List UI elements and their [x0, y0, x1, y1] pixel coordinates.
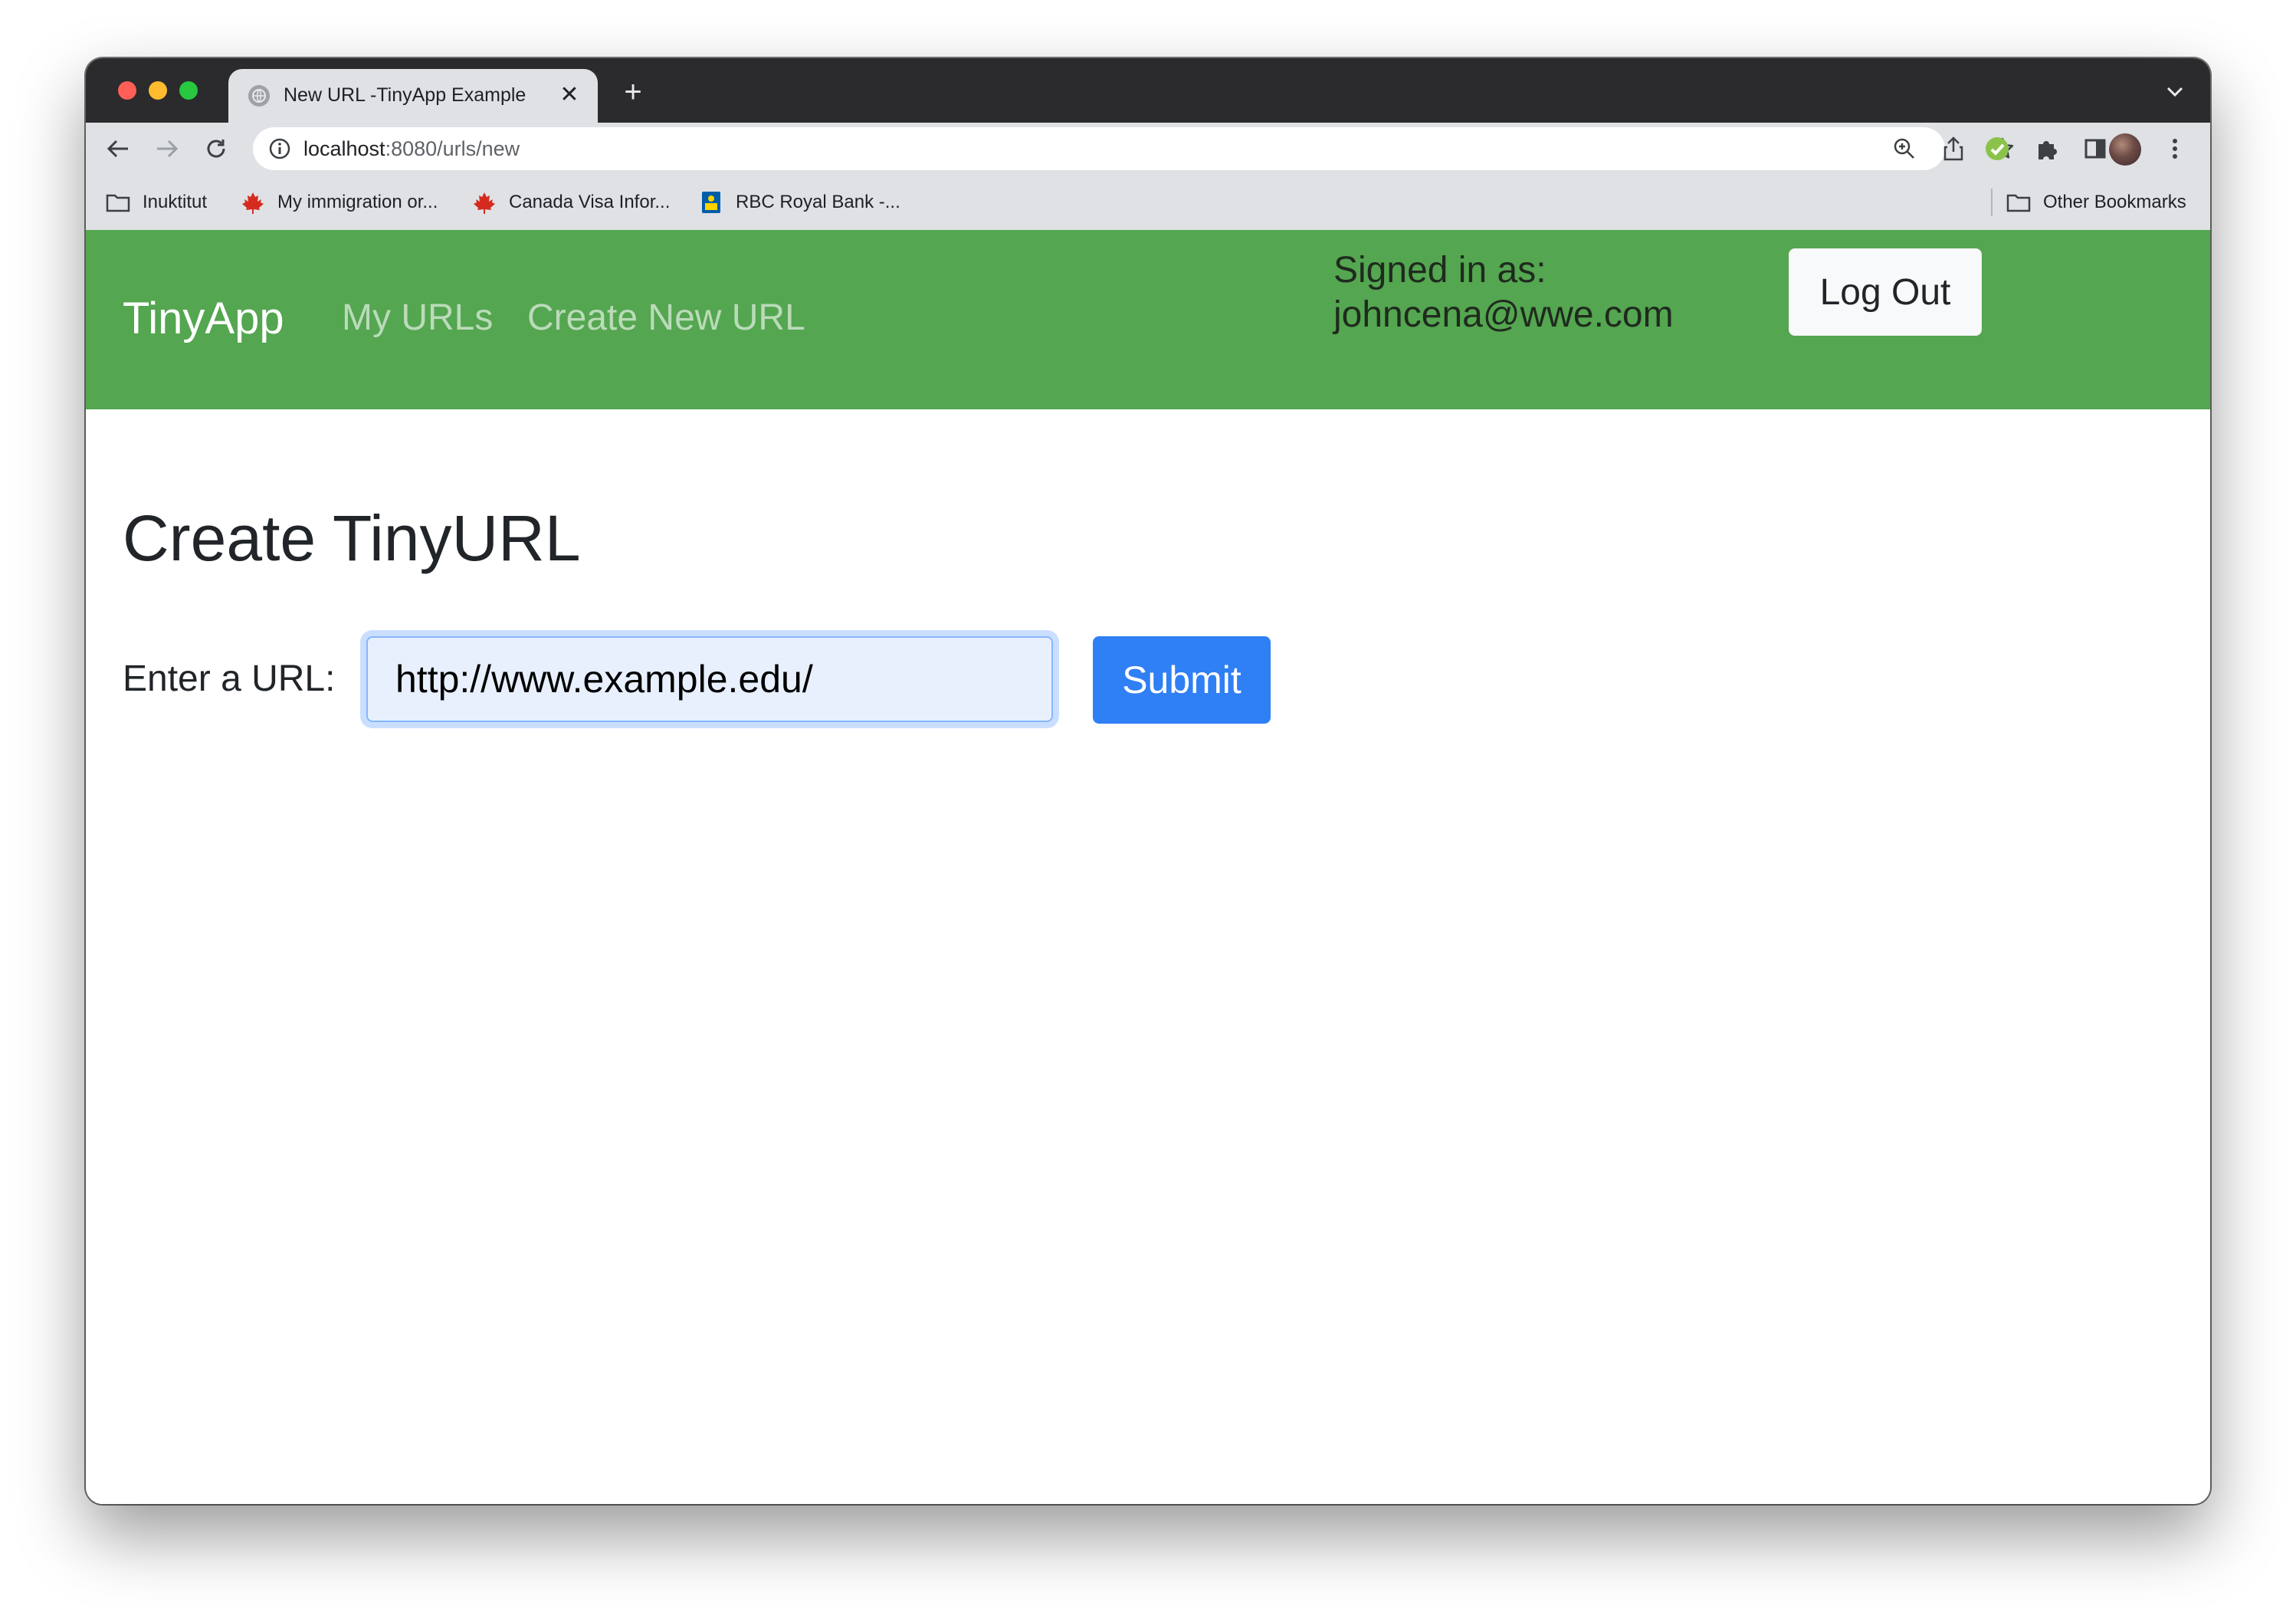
bookmark-item[interactable]: Canada Visa Infor... — [472, 190, 670, 215]
more-vert-icon[interactable] — [2158, 132, 2192, 166]
bookmarks-divider — [1991, 189, 1993, 216]
url-label: Enter a URL: — [123, 658, 336, 699]
folder-icon — [2006, 192, 2031, 213]
back-arrow-icon[interactable] — [101, 132, 135, 166]
address-url: localhost:8080/urls/new — [303, 137, 520, 161]
tab-strip: New URL -TinyApp Example ✕ + — [86, 58, 2210, 123]
tab-close-icon[interactable]: ✕ — [555, 80, 584, 109]
nav-create-new-url[interactable]: Create New URL — [527, 297, 805, 339]
logout-button[interactable]: Log Out — [1789, 248, 1982, 336]
other-bookmarks-label: Other Bookmarks — [2043, 192, 2186, 212]
globe-icon — [248, 85, 270, 107]
url-path: :8080/urls/new — [385, 137, 520, 160]
rbc-icon — [699, 192, 723, 213]
browser-tab[interactable]: New URL -TinyApp Example ✕ — [228, 69, 598, 123]
puzzle-icon[interactable] — [2029, 132, 2063, 166]
zoom-icon[interactable] — [1891, 136, 1917, 162]
folder-icon — [106, 192, 130, 213]
nav-my-urls[interactable]: My URLs — [342, 297, 493, 339]
bookmark-label: RBC Royal Bank -... — [736, 192, 900, 212]
browser-toolbar: localhost:8080/urls/new — [86, 123, 2210, 175]
bookmark-item[interactable]: Inuktitut — [106, 190, 207, 215]
page-title: Create TinyURL — [123, 502, 581, 574]
bookmark-label: My immigration or... — [277, 192, 438, 212]
profile-avatar[interactable] — [2109, 133, 2141, 166]
brand-link[interactable]: TinyApp — [123, 293, 284, 344]
bookmark-label: Inuktitut — [143, 192, 208, 212]
bookmark-label: Canada Visa Infor... — [509, 192, 671, 212]
site-info-icon[interactable] — [268, 137, 291, 160]
signed-in-label: Signed in as: — [1333, 250, 1547, 291]
reload-icon[interactable] — [199, 132, 233, 166]
bookmarks-bar: Inuktitut My immigration or... Canada Vi… — [86, 175, 2210, 231]
app-navbar: TinyApp My URLs Create New URL Signed in… — [86, 230, 2210, 409]
url-host: localhost — [303, 137, 385, 160]
tab-title: New URL -TinyApp Example — [284, 84, 526, 106]
url-input[interactable] — [366, 636, 1053, 722]
share-icon[interactable] — [1940, 136, 1966, 162]
bookmark-item[interactable]: My immigration or... — [241, 190, 438, 215]
address-bar[interactable]: localhost:8080/urls/new — [253, 127, 2014, 170]
maple-leaf-icon — [472, 192, 497, 214]
new-tab-button[interactable]: + — [616, 75, 650, 109]
minimize-window-button[interactable] — [149, 81, 167, 100]
chevron-down-icon[interactable] — [2161, 78, 2189, 106]
bookmark-item[interactable]: RBC Royal Bank -... — [699, 190, 900, 215]
web-page: TinyApp My URLs Create New URL Signed in… — [86, 230, 2210, 1504]
other-bookmarks[interactable]: Other Bookmarks — [2006, 190, 2186, 215]
signed-in-info: Signed in as: johncena@wwe.com — [1333, 248, 1674, 337]
user-email: johncena@wwe.com — [1333, 294, 1674, 335]
browser-window: New URL -TinyApp Example ✕ + localhost:8… — [86, 58, 2210, 1504]
maximize-window-button[interactable] — [179, 81, 198, 100]
maple-leaf-icon — [241, 192, 265, 214]
extension-green-icon[interactable] — [1980, 132, 2014, 166]
submit-button[interactable]: Submit — [1093, 636, 1271, 724]
side-panel-icon[interactable] — [2078, 132, 2112, 166]
close-window-button[interactable] — [118, 81, 136, 100]
forward-arrow-icon[interactable] — [150, 132, 184, 166]
